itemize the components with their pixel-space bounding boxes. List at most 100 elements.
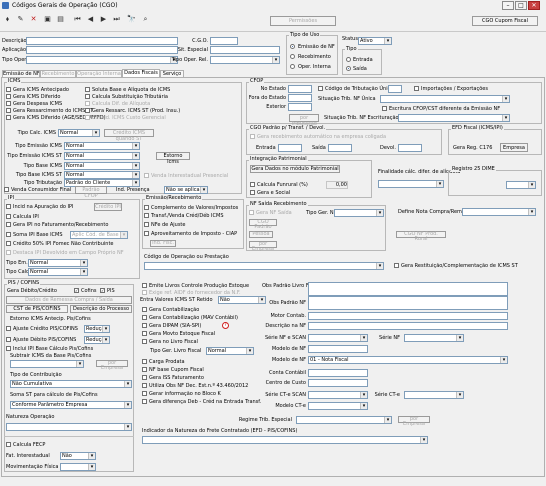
- aplic-cod-base-select[interactable]: Aplic Cód. de Base: [70, 231, 128, 239]
- soluta-base-checkbox[interactable]: [85, 87, 90, 92]
- recebimento-radio[interactable]: [290, 54, 295, 59]
- funrural-input[interactable]: 0,00: [326, 181, 348, 189]
- status-select[interactable]: Ativo: [358, 37, 392, 45]
- tipo-contribuicao-select[interactable]: Não Cumulativa: [10, 380, 132, 388]
- calcula-st-checkbox[interactable]: [85, 94, 90, 99]
- ajuste-debito-checkbox[interactable]: [6, 337, 11, 342]
- gera-movto-estoque-checkbox[interactable]: [142, 331, 147, 336]
- credito-50-ipi-checkbox[interactable]: [6, 241, 11, 246]
- tipo-ger-nf-select[interactable]: [334, 209, 384, 217]
- gera-restituicao-checkbox[interactable]: [394, 263, 399, 268]
- permissoes-button[interactable]: Permissões: [270, 16, 336, 26]
- estorno-icms-button[interactable]: Estorno Icms: [156, 152, 190, 165]
- close-button[interactable]: ✕: [528, 1, 540, 10]
- escritura-cfop-checkbox[interactable]: [382, 106, 387, 111]
- gera-contab-mav-checkbox[interactable]: [142, 315, 147, 320]
- modelo-nf-select[interactable]: 01 - Nota Fiscal: [308, 356, 508, 364]
- natureza-operacao-select[interactable]: [6, 423, 132, 431]
- gera-social-checkbox[interactable]: [250, 190, 255, 195]
- cfop-fora-estado-input[interactable]: [288, 94, 312, 102]
- dados-remessa-button[interactable]: Dados de Remessa Compra / Saída: [6, 296, 132, 304]
- centro-custo-input[interactable]: [308, 379, 368, 387]
- last-record-icon[interactable]: ⏭: [111, 14, 122, 25]
- calcula-dif-aliquota-checkbox[interactable]: [85, 101, 90, 106]
- complemento-valores-checkbox[interactable]: [144, 205, 149, 210]
- incid-apuracao-ipi-checkbox[interactable]: [6, 204, 11, 209]
- saida-radio[interactable]: [346, 66, 351, 71]
- delete-icon[interactable]: ✕: [28, 14, 39, 25]
- tipo-oper-select[interactable]: [26, 56, 178, 64]
- exige-aidf-checkbox[interactable]: [142, 290, 147, 295]
- ipi-tipo-emissao-select[interactable]: Normal: [28, 259, 88, 267]
- registro-25-select[interactable]: [506, 181, 536, 189]
- efd-empresa-button[interactable]: Empresa: [500, 143, 528, 152]
- cgo-cupom-fiscal-button[interactable]: CGO Cupom Fiscal: [472, 16, 538, 26]
- entrada-radio[interactable]: [346, 57, 351, 62]
- venda-interestadual-checkbox[interactable]: [144, 173, 149, 178]
- ressarc-icms-st-prod-checkbox[interactable]: [85, 108, 90, 113]
- gera-dipam-checkbox[interactable]: [142, 323, 147, 328]
- sit-especial-input[interactable]: [210, 46, 280, 54]
- entra-valores-select[interactable]: Não: [218, 296, 266, 304]
- cod-tributacao-unico-checkbox[interactable]: [318, 86, 323, 91]
- soma-ipi-base-icms-checkbox[interactable]: [6, 232, 11, 237]
- ajuste-credito-select[interactable]: Redução: [84, 325, 110, 333]
- destaca-ipi-devolvido-checkbox[interactable]: [6, 250, 11, 255]
- edit-icon[interactable]: ✎: [15, 14, 26, 25]
- minimize-button[interactable]: –: [502, 1, 514, 10]
- serie-nf-select[interactable]: [404, 334, 464, 342]
- gera-livro-fiscal-checkbox[interactable]: [142, 339, 147, 344]
- new-record-icon[interactable]: ⬧: [2, 14, 13, 25]
- ind-fisc-button[interactable]: Ind. Fisc.: [150, 240, 176, 247]
- modelo-de-nf-input[interactable]: [308, 345, 368, 353]
- save-icon[interactable]: ▣: [42, 14, 53, 25]
- ipi-tipo-calc-select[interactable]: Normal: [28, 268, 88, 276]
- binoculars-icon[interactable]: 🔭: [126, 14, 137, 25]
- descricao-processo-button[interactable]: Descrição do Processo: [70, 305, 132, 313]
- situacao-trib-nf-unica-select[interactable]: [380, 95, 510, 103]
- ind-presenca-select[interactable]: Não se aplica: [164, 186, 208, 194]
- tipo-base-icms-select[interactable]: Normal: [64, 162, 140, 170]
- next-record-icon[interactable]: ▶: [98, 14, 109, 25]
- utiliza-obs-nf-checkbox[interactable]: [142, 383, 147, 388]
- nfe-ajuste-checkbox[interactable]: [144, 222, 149, 227]
- serie-nf-scan-select[interactable]: [308, 334, 368, 342]
- bloco-k-checkbox[interactable]: [142, 391, 147, 396]
- nf-pessoa-button[interactable]: Pessoa: [249, 231, 273, 238]
- cofins-checkbox[interactable]: ✓: [74, 288, 79, 293]
- serie-cte-scan-select[interactable]: [308, 391, 368, 399]
- ajuste-credito-checkbox[interactable]: [6, 326, 11, 331]
- conta-contabil-input[interactable]: [308, 369, 368, 377]
- tipo-base-icms-st-select[interactable]: Normal: [64, 171, 140, 179]
- tipo-ger-livro-select[interactable]: Normal: [206, 347, 254, 355]
- gera-ipi-faturamento-checkbox[interactable]: [6, 222, 11, 227]
- cgo-nf-prod-rural-button[interactable]: CGO NF Prod. Rural: [396, 231, 446, 242]
- tipo-calc-icms-select[interactable]: Normal: [58, 129, 100, 137]
- gera-contabilizacao-checkbox[interactable]: [142, 307, 147, 312]
- nf-por-empresa-button[interactable]: por Empresa: [249, 241, 277, 252]
- icms-antecipado-checkbox[interactable]: [6, 87, 11, 92]
- cgo-input[interactable]: [210, 37, 238, 45]
- icms-diferido-checkbox[interactable]: [6, 94, 11, 99]
- aproveitamento-ciap-checkbox[interactable]: [144, 231, 149, 236]
- regime-trib-select[interactable]: [296, 416, 392, 424]
- saida-cgo-input[interactable]: [328, 144, 352, 152]
- gera-dados-patrimonial-button[interactable]: Gera Dados no módulo Patrimonial: [250, 165, 340, 173]
- obs-padrao-livro-input[interactable]: [308, 282, 508, 296]
- soma-st-select[interactable]: Conforme Parâmetro Empresa: [10, 401, 132, 409]
- define-nota-select[interactable]: [462, 208, 536, 216]
- cfop-exterior-input[interactable]: [288, 103, 312, 111]
- despesa-icms-checkbox[interactable]: [6, 101, 11, 106]
- tipo-oper-rel-select[interactable]: [210, 56, 280, 64]
- descricao-input[interactable]: [26, 37, 178, 45]
- transf-venda-cred-checkbox[interactable]: [144, 213, 149, 218]
- first-record-icon[interactable]: ⏮: [72, 14, 83, 25]
- descricao-nf-input[interactable]: [308, 322, 508, 330]
- credito-ipi-button[interactable]: Crédito IPI: [94, 203, 122, 211]
- subtrair-icms-select[interactable]: [10, 360, 84, 368]
- subtrair-por-empresa-button[interactable]: por Empresa: [96, 360, 128, 371]
- inclui-ipi-base-checkbox[interactable]: [6, 346, 11, 351]
- tipo-emissao-icms-select[interactable]: Normal: [64, 142, 140, 150]
- calcula-fecp-checkbox[interactable]: [6, 442, 11, 447]
- calcula-funrural-checkbox[interactable]: [250, 182, 255, 187]
